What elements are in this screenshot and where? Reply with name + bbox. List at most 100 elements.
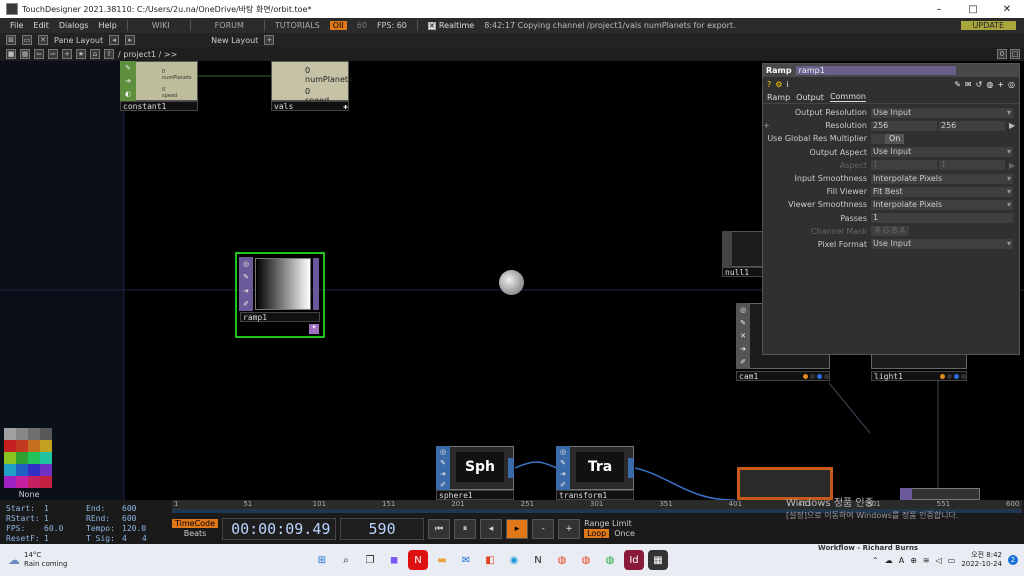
chat-icon[interactable]: ◼ — [384, 550, 404, 570]
frame-display[interactable]: 590 — [340, 517, 425, 540]
end-value[interactable]: 600 — [122, 504, 136, 513]
home-icon[interactable]: ⇧ — [104, 49, 114, 59]
close-button[interactable]: ✕ — [990, 4, 1024, 15]
passes-field[interactable]: 1 — [871, 213, 1013, 224]
pane-type-icon[interactable]: ■ — [6, 49, 16, 59]
forward-icon[interactable]: ⇨ — [48, 49, 58, 59]
input-smoothness-menu[interactable]: Interpolate Pixels — [871, 173, 1013, 184]
node-label[interactable]: vals ✚ — [271, 101, 349, 111]
output-aspect-menu[interactable]: Use Input — [871, 147, 1013, 158]
oii-indicator[interactable]: OII — [329, 21, 347, 30]
aspect-arrow-icon[interactable]: ▶ — [1009, 161, 1015, 170]
netflix-icon[interactable]: N — [408, 550, 428, 570]
bookmark-star-icon[interactable]: ★ — [76, 49, 86, 59]
fps-value[interactable]: 60.0 — [44, 524, 63, 533]
tab-common[interactable]: Common — [829, 92, 866, 102]
node-label[interactable]: sphere1 — [436, 490, 514, 500]
bypass-icon[interactable]: ✎ — [440, 459, 446, 467]
resolution-arrow-icon[interactable]: ▶ — [1009, 121, 1015, 130]
display-icon[interactable]: ✐ — [440, 481, 446, 489]
node-label[interactable]: null1 — [722, 267, 764, 277]
battery-icon[interactable]: ▭ — [948, 556, 956, 565]
fill-viewer-menu[interactable]: Fit Best — [871, 186, 1013, 197]
timecode-button[interactable]: TimeCode — [172, 519, 219, 528]
viewer-icon[interactable]: ◐ — [125, 90, 131, 98]
volume-icon[interactable]: ◁ — [936, 556, 942, 565]
add-param-icon[interactable]: + — [997, 80, 1004, 89]
resetf-value[interactable]: 1 — [44, 534, 49, 543]
output-connector[interactable] — [628, 458, 634, 478]
add-icon[interactable]: + — [62, 49, 72, 59]
tempo-value[interactable]: 120.0 — [122, 524, 146, 533]
palette-swatch[interactable] — [28, 476, 40, 488]
palette-swatch[interactable] — [28, 440, 40, 452]
palette-swatch[interactable] — [4, 440, 16, 452]
node-ramp1[interactable]: ◎ ✎ ➔ ✐ ramp1 ✦ — [235, 252, 325, 338]
step-back-button[interactable]: ◂ — [480, 518, 503, 539]
expand-plus-icon[interactable]: + — [763, 121, 773, 130]
start-value[interactable]: 1 — [44, 504, 49, 513]
pane-layout-next-icon[interactable]: ▸ — [125, 35, 136, 45]
bypass-icon[interactable]: ✎ — [560, 459, 566, 467]
palette-swatch[interactable] — [16, 476, 28, 488]
forum-link[interactable]: FORUM — [215, 21, 244, 30]
pixel-format-menu[interactable]: Use Input — [871, 239, 1013, 250]
global-res-toggle[interactable]: On — [885, 133, 905, 144]
split-vertical-icon[interactable]: ▭ — [22, 35, 32, 45]
network-path[interactable]: / project1 / >> — [118, 50, 177, 59]
palette-swatch[interactable] — [4, 464, 16, 476]
new-layout-button[interactable]: New Layout — [211, 36, 258, 45]
mail-icon[interactable]: ✉ — [456, 550, 476, 570]
add-layout-icon[interactable]: + — [264, 35, 275, 45]
tutorials-link[interactable]: TUTORIALS — [275, 21, 320, 30]
palette-swatch[interactable] — [16, 428, 28, 440]
resolution-h-field[interactable]: 256 — [939, 120, 1005, 131]
palette-swatch[interactable] — [40, 440, 52, 452]
palette-swatch[interactable] — [28, 464, 40, 476]
close-pane-icon[interactable]: ✕ — [38, 35, 48, 45]
windows-start-icon[interactable]: ⊞ — [312, 550, 332, 570]
chrome-profile-icon[interactable]: ◍ — [576, 550, 596, 570]
touchdesigner-taskbar-icon[interactable]: ▦ — [648, 550, 668, 570]
cloud-icon[interactable]: ☁ — [885, 556, 893, 565]
close-icon[interactable]: ✕ — [740, 332, 746, 340]
node-label[interactable]: light1 — [871, 371, 967, 381]
tab-output[interactable]: Output — [796, 93, 824, 102]
palette-swatch[interactable] — [4, 476, 16, 488]
menu-edit[interactable]: Edit — [33, 21, 49, 30]
palette-swatch[interactable] — [40, 464, 52, 476]
task-view-icon[interactable]: ❐ — [360, 550, 380, 570]
weather-widget[interactable]: ☁ 14°C Rain coming — [0, 551, 160, 569]
output-connector[interactable] — [313, 258, 319, 310]
tsig-den[interactable]: 4 — [142, 534, 147, 543]
indesign-icon[interactable]: Id — [624, 550, 644, 570]
pause-button[interactable]: ⏸ — [454, 518, 477, 539]
palette-none-label[interactable]: None — [4, 490, 54, 499]
timeline-ruler[interactable]: 1 51 101 151 201 251 301 351 401 451 501 551 600 — [172, 500, 1022, 509]
rewind-button[interactable]: ⏮ — [428, 518, 451, 539]
op-name-field[interactable]: ramp1 — [795, 66, 956, 75]
viewer-icon[interactable]: ◎ — [440, 448, 446, 456]
palette-swatch[interactable] — [40, 428, 52, 440]
settings-icon[interactable]: ◎ — [1008, 80, 1015, 89]
lock-icon[interactable]: ➔ — [740, 345, 746, 353]
lock-icon[interactable]: ➔ — [125, 77, 131, 85]
palette-swatch[interactable] — [4, 452, 16, 464]
search-icon[interactable]: ⌕ — [336, 550, 356, 570]
palette-swatch[interactable] — [28, 452, 40, 464]
output-resolution-menu[interactable]: Use Input — [871, 107, 1013, 118]
tray-chevron-icon[interactable]: ⌃ — [872, 556, 879, 565]
aspect-y-field[interactable]: 1 — [939, 160, 1005, 171]
node-label[interactable]: ramp1 — [240, 312, 320, 322]
parent-icon[interactable]: ⌂ — [90, 49, 100, 59]
loop-button[interactable]: Loop — [584, 529, 610, 538]
bypass-icon[interactable]: ✎ — [125, 64, 131, 72]
menu-dialogs[interactable]: Dialogs — [59, 21, 89, 30]
palette-swatch[interactable] — [16, 440, 28, 452]
help-icon[interactable]: ? — [767, 80, 771, 89]
time-display[interactable]: 00:00:09.49 — [222, 517, 337, 540]
display-icon[interactable]: ✐ — [243, 300, 249, 308]
aspect-x-field[interactable]: 1 — [871, 160, 937, 171]
step-minus-button[interactable]: - — [532, 518, 555, 539]
notification-badge[interactable]: 2 — [1008, 555, 1018, 565]
